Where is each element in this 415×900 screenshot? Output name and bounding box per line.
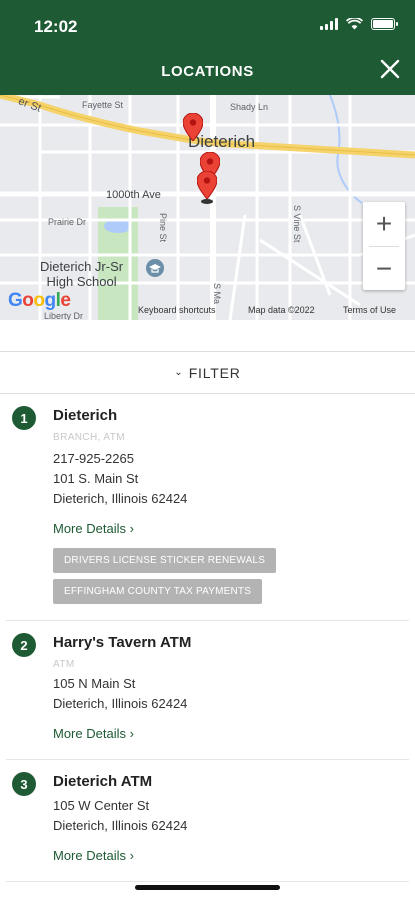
location-number-badge: 1 [12,406,36,430]
location-item: 1 Dieterich BRANCH, ATM 217-925-2265 101… [6,394,409,621]
service-tag: DRIVERS LICENSE STICKER RENEWALS [53,548,277,573]
location-address-line1: 105 W Center St [53,798,150,813]
location-address-line1: 105 N Main St [53,676,136,691]
location-item: 3 Dieterich ATM 105 W Center St Dieteric… [6,760,409,882]
street-label: Fayette St [82,100,124,110]
street-label: Pine St [158,213,168,243]
close-icon[interactable] [379,58,401,80]
filter-label: FILTER [188,364,241,381]
street-label: Prairie Dr [48,217,87,227]
service-tag: EFFINGHAM COUNTY TAX PAYMENTS [53,579,263,604]
google-logo: Google [8,290,71,311]
zoom-controls: + − [363,202,405,290]
street-label: Liberty Dr [44,311,84,320]
zoom-out-button[interactable]: − [363,247,405,291]
cellular-signal-icon [320,18,338,30]
location-address-line2: Dieterich, Illinois 62424 [53,696,188,711]
location-item: 2 Harry's Tavern ATM ATM 105 N Main St D… [6,621,409,760]
map-pin-icon[interactable] [197,171,217,199]
locations-list: 1 Dieterich BRANCH, ATM 217-925-2265 101… [0,394,415,882]
wifi-icon [346,18,363,30]
location-address-line1: 101 S. Main St [53,471,139,486]
terms-of-use-link[interactable]: Terms of Use [343,305,396,315]
more-details-link[interactable]: More Details › [53,726,134,741]
street-label: Shady Ln [230,102,269,112]
location-type: ATM [53,659,75,670]
location-address-line2: Dieterich, Illinois 62424 [53,818,188,833]
street-label: 1000th Ave [106,189,161,201]
filter-button[interactable]: ⌄ FILTER [0,352,415,394]
more-details-link[interactable]: More Details › [53,521,134,536]
location-phone[interactable]: 217-925-2265 [53,449,391,469]
map-data-attribution: Map data ©2022 [248,305,315,315]
app-header: 12:02 LOCATIONS [0,0,415,95]
home-indicator[interactable] [135,885,280,890]
location-number-badge: 3 [12,772,36,796]
location-name: Harry's Tavern ATM [53,634,192,651]
street-label: S Vine St [292,205,302,243]
location-name: Dieterich ATM [53,773,153,790]
map-pin-icon[interactable] [183,113,203,141]
pin-shadow [201,199,213,204]
location-name: Dieterich [53,407,118,424]
status-time: 12:02 [34,17,78,36]
map-view[interactable]: er St Fayette St Shady Ln 1000th Ave Pra… [0,95,415,320]
more-details-link[interactable]: More Details › [53,848,134,863]
status-bar: 12:02 [0,0,415,50]
school-label: Dieterich Jr-Sr High School [40,259,124,289]
status-icons [320,18,398,30]
service-tags: DRIVERS LICENSE STICKER RENEWALS EFFINGH… [53,548,391,604]
location-address-line2: Dieterich, Illinois 62424 [53,491,188,506]
street-label: S Ma [212,283,222,305]
keyboard-shortcuts-link[interactable]: Keyboard shortcuts [138,305,216,315]
location-number-badge: 2 [12,633,36,657]
school-icon [146,259,164,277]
page-title: LOCATIONS [161,63,254,80]
map-spacer [0,320,415,352]
chevron-down-icon: ⌄ [174,367,183,378]
battery-icon [371,18,398,30]
zoom-in-button[interactable]: + [363,202,405,246]
location-type: BRANCH, ATM [53,432,125,443]
